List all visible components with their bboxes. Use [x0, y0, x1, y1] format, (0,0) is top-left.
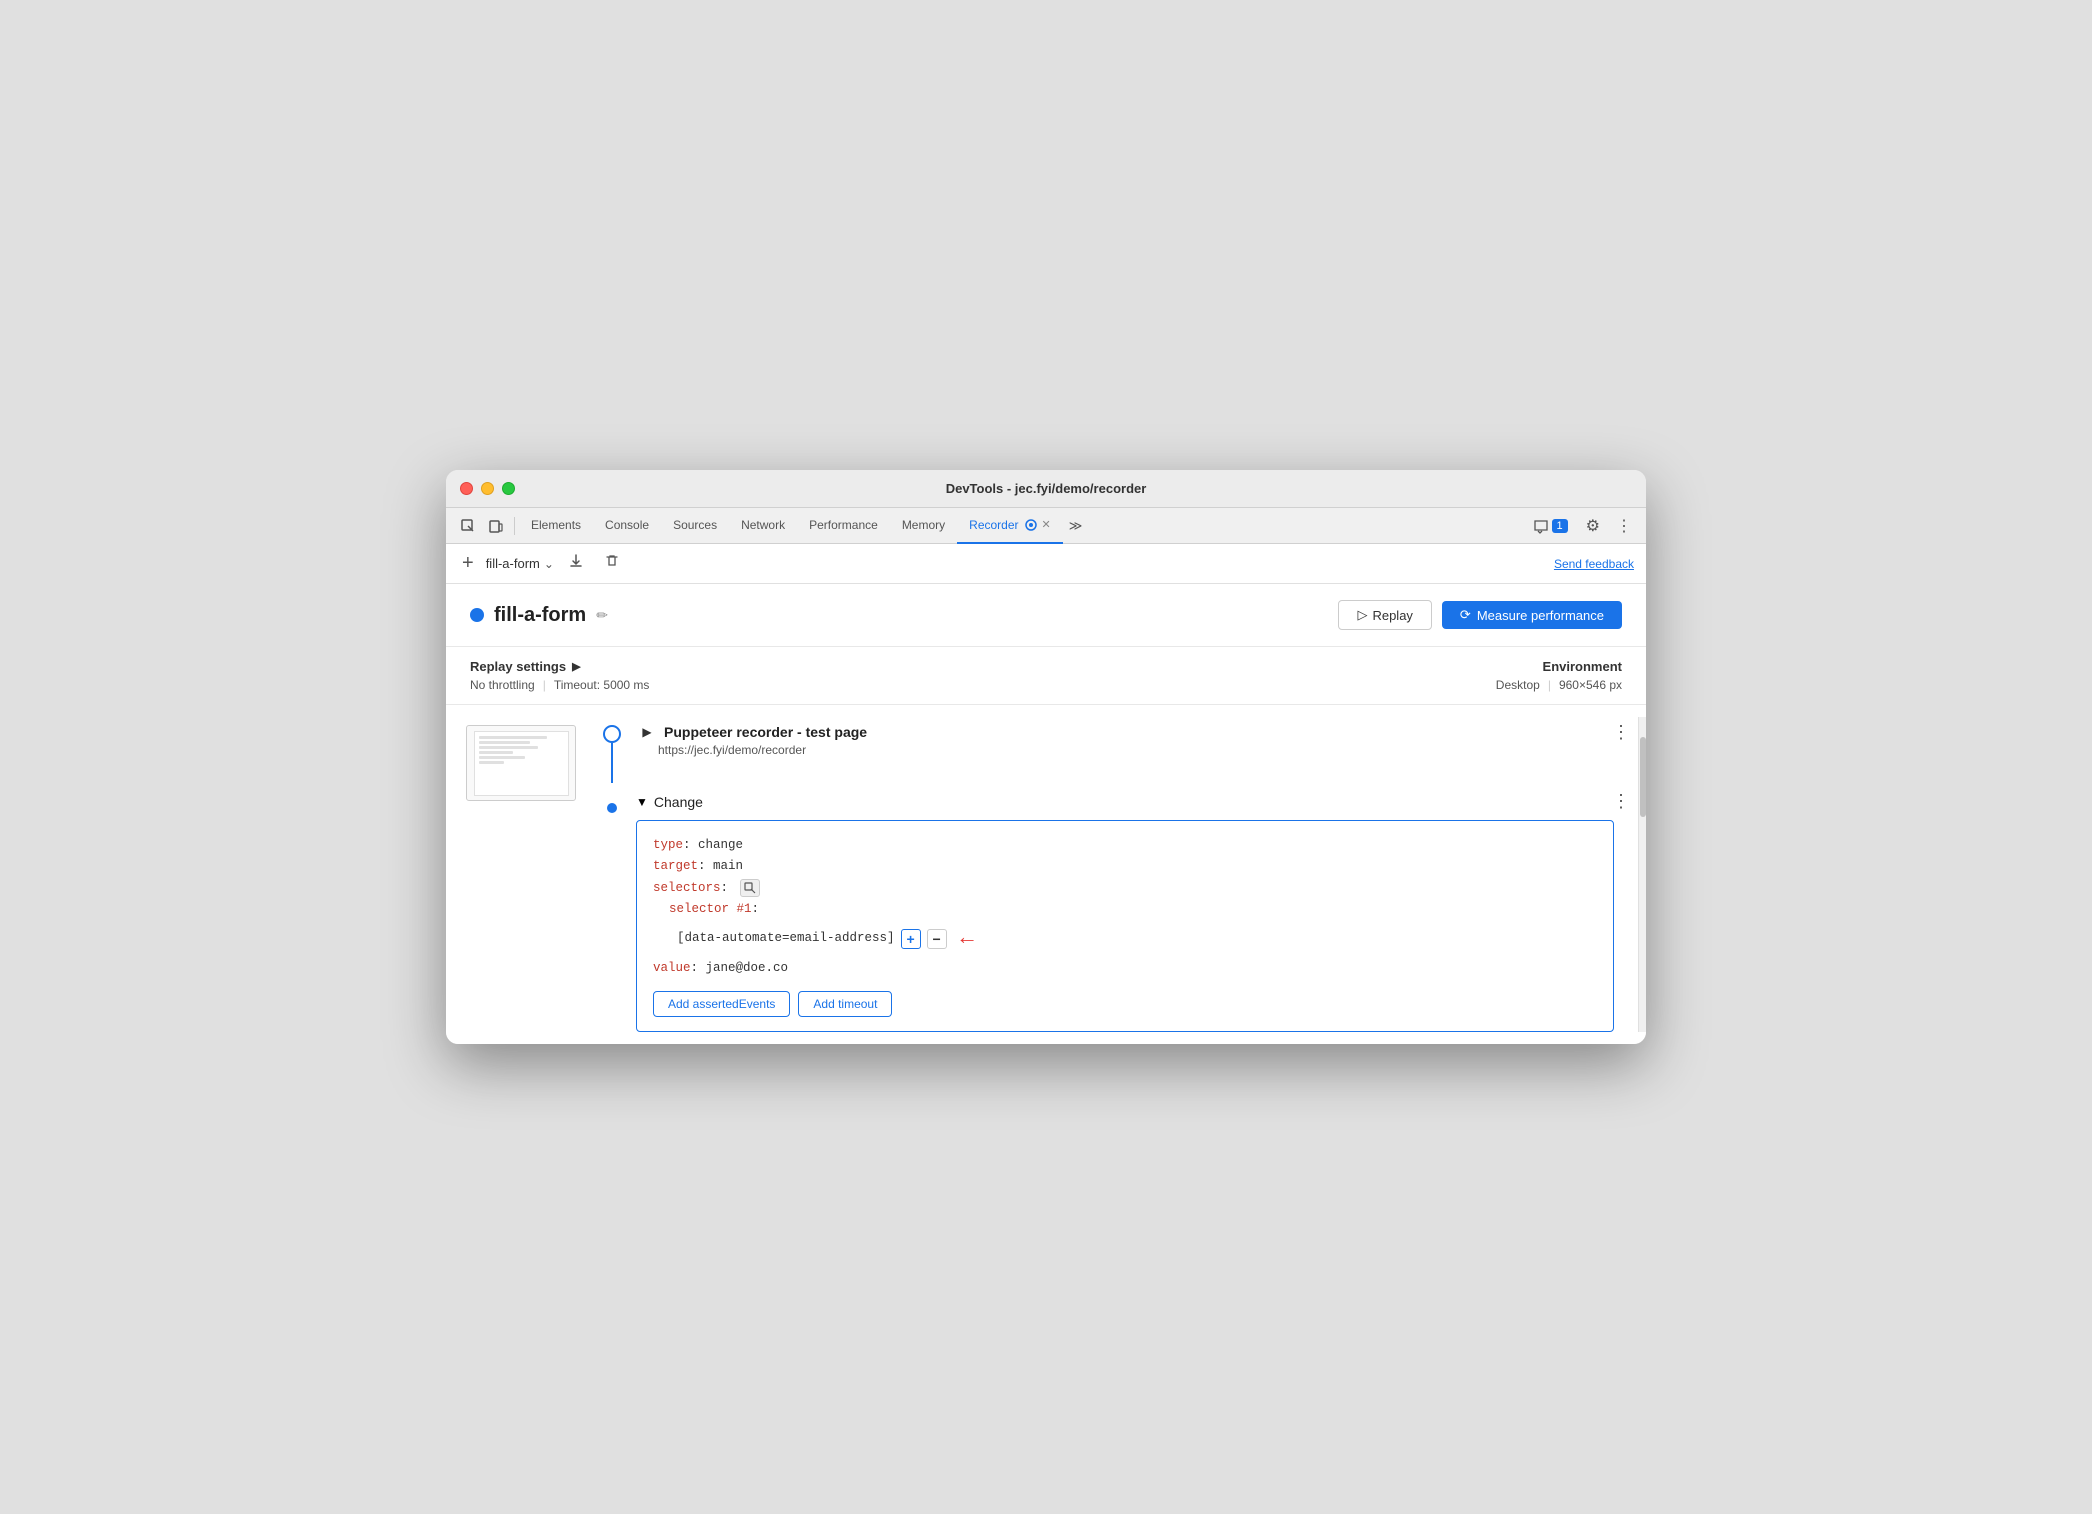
minimize-button[interactable] — [481, 482, 494, 495]
header-actions: ▷ Replay ⟳ Measure performance — [1338, 600, 1622, 630]
tab-recorder[interactable]: Recorder ✕ — [957, 508, 1063, 544]
navigate-step-more-button[interactable]: ⋮ — [1604, 722, 1638, 743]
navigate-step-content: ▶ Puppeteer recorder - test page ⋮ https… — [628, 717, 1638, 761]
send-feedback-link[interactable]: Send feedback — [1554, 557, 1634, 571]
maximize-button[interactable] — [502, 482, 515, 495]
scrollbar-thumb[interactable] — [1640, 737, 1646, 817]
code-selector-val-line: [data-automate=email-address] + − ← — [677, 920, 1597, 957]
tabs-right-actions: 1 ⚙ ⋮ — [1525, 512, 1638, 540]
devtools-tabs-bar: Elements Console Sources Network Perform… — [446, 508, 1646, 544]
code-type-line: type : change — [653, 835, 1597, 856]
arrow-pointer-icon: ← — [961, 920, 974, 957]
code-selector-num-key: selector #1 — [669, 899, 752, 920]
code-value-val: jane@doe.co — [706, 958, 789, 979]
delete-recording-button[interactable] — [598, 551, 626, 576]
timeline-content: ▶ Puppeteer recorder - test page ⋮ https… — [446, 705, 1646, 1044]
tab-console[interactable]: Console — [593, 508, 661, 544]
timeline-line-1 — [611, 743, 613, 783]
recording-status-dot — [470, 608, 484, 622]
code-target-val: main — [713, 856, 743, 877]
more-tabs-button[interactable]: ≫ — [1063, 514, 1089, 538]
window-title: DevTools - jec.fyi/demo/recorder — [946, 481, 1147, 496]
change-step-content: ▼ Change ⋮ type : change — [628, 791, 1638, 1032]
recording-dropdown-arrow[interactable]: ⌄ — [544, 557, 554, 571]
settings-row: Replay settings ▶ No throttling | Timeou… — [446, 647, 1646, 705]
play-icon: ▷ — [1357, 607, 1367, 623]
thumbnail-area — [446, 717, 596, 1032]
devtools-window: DevTools - jec.fyi/demo/recorder Element… — [446, 470, 1646, 1044]
tab-separator-1 — [514, 517, 515, 535]
step-navigate: ▶ Puppeteer recorder - test page ⋮ https… — [596, 717, 1638, 783]
add-asserted-events-button[interactable]: Add assertedEvents — [653, 991, 790, 1017]
chevron-right-icon: ▶ — [572, 660, 580, 673]
change-step-title: Change — [654, 794, 703, 810]
timeline-nav — [596, 717, 628, 783]
edit-recording-name-icon[interactable]: ✏ — [596, 607, 608, 624]
replay-settings-detail: No throttling | Timeout: 5000 ms — [470, 678, 649, 692]
tab-network[interactable]: Network — [729, 508, 797, 544]
remove-selector-button[interactable]: − — [927, 929, 947, 949]
recording-title: fill-a-form — [494, 604, 586, 627]
timeline-change — [596, 791, 628, 813]
environment-settings: Environment Desktop | 960×546 px — [1496, 659, 1622, 692]
code-selector-num-line: selector #1 : — [653, 899, 1597, 920]
code-target-key: target — [653, 856, 698, 877]
titlebar: DevTools - jec.fyi/demo/recorder — [446, 470, 1646, 508]
navigate-step-header: ▶ Puppeteer recorder - test page ⋮ — [636, 721, 1638, 743]
recorder-toolbar: + fill-a-form ⌄ Send feedback — [446, 544, 1646, 584]
replay-settings-title[interactable]: Replay settings ▶ — [470, 659, 649, 674]
add-selector-button[interactable]: + — [901, 929, 921, 949]
step-thumbnail — [466, 725, 576, 801]
code-type-key: type — [653, 835, 683, 856]
change-code-block: type : change target : main selectors — [636, 820, 1614, 1032]
measure-icon: ⟳ — [1460, 607, 1471, 623]
recording-name-label: fill-a-form — [486, 556, 540, 571]
code-selector-val: [data-automate=email-address] — [677, 928, 895, 949]
code-type-val: change — [698, 835, 743, 856]
selector-inspect-button[interactable] — [740, 879, 760, 897]
expand-navigate-button[interactable]: ▶ — [636, 721, 658, 743]
change-timeline-dot — [607, 803, 617, 813]
recording-selector[interactable]: fill-a-form ⌄ — [486, 556, 554, 571]
console-messages-button[interactable]: 1 — [1525, 514, 1576, 538]
chevron-down-icon: ▼ — [636, 795, 648, 809]
recorder-tab-close[interactable]: ✕ — [1042, 518, 1051, 531]
environment-detail: Desktop | 960×546 px — [1496, 678, 1622, 692]
add-recording-button[interactable]: + — [458, 550, 478, 577]
inspect-icon-button[interactable] — [454, 514, 482, 538]
change-step-header[interactable]: ▼ Change ⋮ — [636, 791, 1638, 812]
change-step-more-button[interactable]: ⋮ — [1604, 791, 1638, 812]
measure-performance-button[interactable]: ⟳ Measure performance — [1442, 601, 1622, 629]
step-change: ▼ Change ⋮ type : change — [596, 791, 1638, 1032]
environment-title: Environment — [1496, 659, 1622, 674]
steps-area: ▶ Puppeteer recorder - test page ⋮ https… — [596, 717, 1638, 1032]
more-options-button[interactable]: ⋮ — [1610, 512, 1638, 540]
tab-sources[interactable]: Sources — [661, 508, 729, 544]
code-action-buttons: Add assertedEvents Add timeout — [653, 991, 1597, 1017]
settings-button[interactable]: ⚙ — [1580, 512, 1606, 540]
replay-button[interactable]: ▷ Replay — [1338, 600, 1431, 630]
replay-settings: Replay settings ▶ No throttling | Timeou… — [470, 659, 649, 692]
console-badge: 1 — [1552, 519, 1568, 533]
device-mode-button[interactable] — [482, 514, 510, 538]
tab-memory[interactable]: Memory — [890, 508, 957, 544]
tab-elements[interactable]: Elements — [519, 508, 593, 544]
code-target-line: target : main — [653, 856, 1597, 877]
add-timeout-button[interactable]: Add timeout — [798, 991, 892, 1017]
export-recording-button[interactable] — [562, 551, 590, 576]
traffic-lights — [460, 482, 515, 495]
recording-header: fill-a-form ✏ ▷ Replay ⟳ Measure perform… — [446, 584, 1646, 647]
code-selectors-line: selectors : — [653, 878, 1597, 899]
scrollbar-track[interactable] — [1638, 717, 1646, 1032]
code-value-key: value — [653, 958, 691, 979]
code-value-line: value : jane@doe.co — [653, 958, 1597, 979]
close-button[interactable] — [460, 482, 473, 495]
tab-performance[interactable]: Performance — [797, 508, 890, 544]
navigate-step-url: https://jec.fyi/demo/recorder — [658, 743, 1638, 757]
nav-timeline-dot — [603, 725, 621, 743]
navigate-step-title: Puppeteer recorder - test page — [664, 724, 867, 740]
code-selectors-key: selectors — [653, 878, 721, 899]
main-content: fill-a-form ✏ ▷ Replay ⟳ Measure perform… — [446, 584, 1646, 1044]
